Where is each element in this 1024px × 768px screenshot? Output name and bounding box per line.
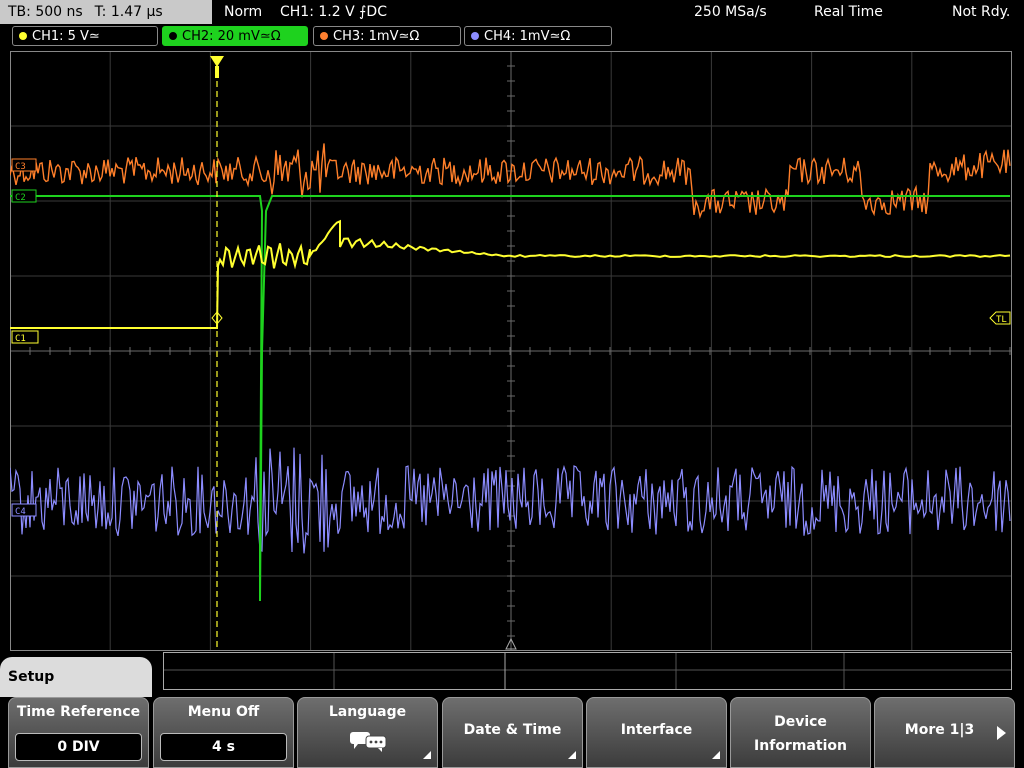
ch1-dot-icon [19, 32, 27, 40]
channel-tabs: CH1: 5 V≃ CH2: 20 mV≃Ω CH3: 1mV≃Ω CH4: 1… [0, 26, 1024, 48]
sample-rate: 250 MSa/s [694, 4, 767, 20]
submenu-corner-icon [423, 751, 431, 759]
language-button[interactable]: Language [297, 697, 438, 768]
softkey-label-line1: Device [774, 714, 827, 730]
trigger-marker-stem [215, 66, 219, 78]
speech-bubble-icon [350, 732, 387, 752]
menu-title: Setup [0, 657, 152, 697]
softkey-label-line2: Information [754, 738, 847, 754]
softkey-label: Date & Time [463, 722, 562, 738]
ch1-marker-text: C1 [15, 334, 26, 344]
ch2-dot-icon [169, 32, 177, 40]
softkey-label: Language [328, 704, 407, 720]
channel-tab-ch3[interactable]: CH3: 1mV≃Ω [313, 26, 461, 46]
submenu-corner-icon [568, 751, 576, 759]
time-reference-button[interactable]: Time Reference 0 DIV [8, 697, 149, 768]
submenu-corner-icon [712, 751, 720, 759]
graticule [10, 51, 1012, 651]
softkey-label: Time Reference [16, 704, 141, 720]
trigger-time-label: T: 1.47 µs [94, 4, 163, 20]
channel-tab-ch1[interactable]: CH1: 5 V≃ [12, 26, 158, 46]
softkey-label: Menu Off [187, 704, 260, 720]
ch4-dot-icon [471, 32, 479, 40]
acquisition-mode: Real Time [814, 4, 883, 20]
channel-tab-ch4[interactable]: CH4: 1mV≃Ω [464, 26, 612, 46]
trigger-marker-icon[interactable] [210, 56, 224, 67]
trigger-mode[interactable]: Norm [224, 0, 262, 24]
interface-button[interactable]: Interface [586, 697, 727, 768]
waveform-ch1 [10, 219, 1011, 329]
timebase-label: TB: 500 ns [8, 4, 83, 20]
ch3-marker-text: C3 [15, 162, 26, 172]
status-bar: TB: 500 ns T: 1.47 µs Norm CH1: 1.2 V ⨍DC… [0, 0, 1024, 24]
softkey-label: Device Information [731, 710, 870, 758]
ch4-marker-text: C4 [15, 507, 26, 517]
next-page-arrow-icon [997, 726, 1006, 740]
date-time-button[interactable]: Date & Time [442, 697, 583, 768]
device-information-button[interactable]: Device Information [730, 697, 871, 768]
ch3-dot-icon [320, 32, 328, 40]
timebase-box[interactable]: TB: 500 ns T: 1.47 µs [0, 0, 212, 24]
history-strip[interactable] [163, 652, 1012, 690]
softkey-label: More 1|3 [904, 722, 975, 738]
trigger-info[interactable]: CH1: 1.2 V ⨍DC [280, 0, 387, 24]
channel-tab-label: CH3: 1mV≃Ω [333, 29, 420, 44]
channel-tab-label: CH4: 1mV≃Ω [484, 29, 571, 44]
trigger-status: Not Rdy. [952, 4, 1011, 20]
softkey-label: Interface [620, 722, 693, 738]
history-strip-grid [164, 653, 1011, 689]
time-reference-value[interactable]: 0 DIV [15, 733, 142, 761]
waveform-ch3 [10, 143, 1011, 220]
channel-tab-label: CH2: 20 mV≃Ω [182, 29, 281, 44]
more-button[interactable]: More 1|3 [874, 697, 1015, 768]
channel-tab-ch2[interactable]: CH2: 20 mV≃Ω [162, 26, 308, 46]
menu-off-value[interactable]: 4 s [160, 733, 287, 761]
ch2-marker-text: C2 [15, 193, 26, 203]
trigger-level-text: TL [996, 315, 1007, 325]
waveform-display[interactable]: C3 C2 C1 C4 TL [10, 51, 1012, 651]
menu-off-button[interactable]: Menu Off 4 s [153, 697, 294, 768]
channel-tab-label: CH1: 5 V≃ [32, 29, 100, 44]
